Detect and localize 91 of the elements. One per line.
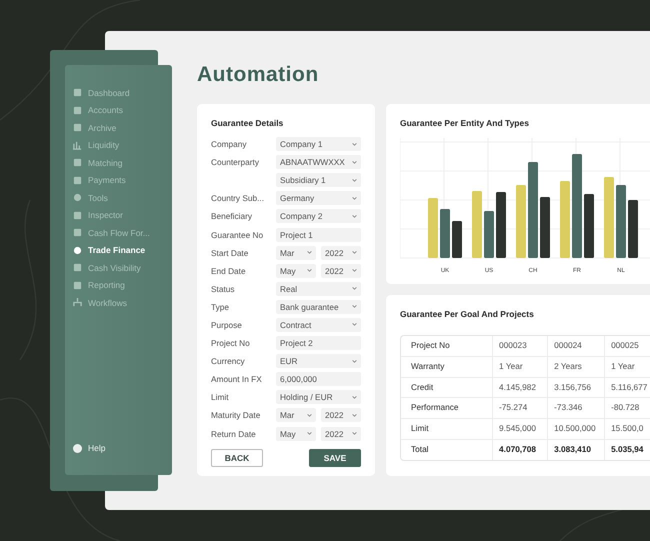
chevron-down-icon [352, 305, 357, 308]
chevron-down-icon [307, 414, 312, 417]
table-cell: 000023 [492, 336, 548, 356]
chevron-down-icon [352, 360, 357, 363]
table-cell: 10.500,000 [547, 419, 604, 439]
dropdown-field[interactable]: Bank guarantee [276, 300, 361, 314]
month-dropdown[interactable]: Mar [276, 408, 316, 422]
field-label: Maturity Date [211, 410, 262, 420]
input-field[interactable]: 6,000,000 [276, 372, 361, 386]
chevron-down-icon [352, 269, 357, 272]
chevron-down-icon [352, 323, 357, 326]
month-dropdown[interactable]: May [276, 426, 316, 441]
field-label: Currency [211, 356, 246, 366]
chevron-down-icon [352, 251, 357, 254]
dropdown-field[interactable]: ABNAATWWXXX [276, 155, 361, 170]
table-cell: -80.728 [604, 398, 650, 418]
table-cell: 000024 [547, 336, 604, 356]
table-cell-text: Limit [410, 422, 430, 436]
chevron-down-icon [352, 196, 357, 200]
field-label: Beneficiary [211, 211, 254, 222]
input-field[interactable]: Project 2 [276, 336, 361, 350]
field-label: Company [211, 139, 248, 150]
field-label: Amount In FX [211, 374, 263, 384]
field-label: Return Date [211, 428, 257, 439]
table-cell: 4.070,708 [492, 440, 548, 460]
dropdown-field[interactable]: Company 2 [276, 209, 361, 224]
dropdown-field[interactable]: Germany [276, 191, 361, 206]
table-cell: 000025 [604, 336, 650, 356]
chevron-down-icon [352, 178, 357, 182]
table-cell-text: Project No [410, 339, 451, 352]
year-dropdown[interactable]: 2022 [321, 408, 361, 422]
table-cell: 9.545,000 [492, 419, 548, 439]
table-cell: -75.274 [492, 398, 548, 418]
year-dropdown[interactable]: 2022 [321, 426, 361, 441]
chevron-down-icon [352, 287, 357, 290]
table-cell: 15.500,0 [604, 419, 650, 439]
save-button[interactable]: SAVE [309, 448, 361, 467]
table-cell-text: Credit [410, 380, 434, 394]
table-cell-text: Performance [410, 401, 460, 414]
card-title: Guarantee Per Entity And Types [400, 118, 530, 128]
field-label: Type [211, 302, 230, 312]
table-cell: 2 Years [547, 356, 604, 377]
table-cell: 1 Year [492, 356, 548, 377]
year-dropdown[interactable]: 2022 [321, 264, 361, 278]
bar-chart-icon [73, 140, 82, 150]
field-label: Project No [211, 338, 251, 348]
table-cell-text: Total [410, 442, 430, 456]
table-cell: 5.116,677 [604, 378, 650, 398]
field-label: Country Sub... [211, 193, 266, 204]
card-title: Guarantee Per Goal And Projects [400, 309, 535, 319]
table-cell: 4.145,982 [492, 378, 548, 398]
chevron-down-icon [307, 432, 312, 436]
bar-group [428, 198, 462, 258]
dropdown-field[interactable]: EUR [276, 354, 361, 368]
back-button[interactable]: BACK [211, 448, 263, 467]
hierarchy-icon [73, 298, 82, 308]
dropdown-field[interactable]: Contract [276, 318, 361, 332]
dropdown-field[interactable]: Real [276, 282, 361, 296]
table-cell: 3.156,756 [547, 378, 604, 398]
table-cell: 5.035,94 [604, 440, 650, 460]
month-dropdown[interactable]: Mar [276, 246, 316, 260]
page-title: Automation [197, 62, 320, 88]
chevron-down-icon [352, 432, 357, 436]
help-link[interactable]: Help [73, 440, 172, 457]
table-cell: 3.083,410 [547, 440, 604, 460]
field-label: End Date [211, 266, 247, 276]
chevron-down-icon [352, 142, 357, 146]
field-label: Purpose [211, 320, 243, 330]
chevron-down-icon [307, 269, 312, 272]
card-title: Guarantee Details [211, 118, 284, 128]
chevron-down-icon [352, 414, 357, 417]
dropdown-field[interactable]: Subsidiary 1 [276, 173, 361, 188]
bar-group [472, 191, 506, 258]
field-label: Guarantee No [211, 230, 264, 240]
chevron-down-icon [352, 396, 357, 399]
chevron-down-icon [307, 251, 312, 254]
table-cell: -73.346 [547, 398, 604, 418]
month-dropdown[interactable]: May [276, 264, 316, 278]
dropdown-field[interactable]: Holding / EUR [276, 390, 361, 404]
table-cell-text: Warranty [410, 360, 446, 373]
field-label: Limit [211, 392, 230, 402]
chevron-down-icon [352, 160, 357, 164]
input-field[interactable]: Project 1 [276, 228, 361, 242]
field-label: Status [211, 284, 236, 294]
field-label: Start Date [211, 248, 250, 258]
chevron-down-icon [352, 214, 357, 218]
year-dropdown[interactable]: 2022 [321, 246, 361, 260]
dropdown-field[interactable]: Company 1 [276, 137, 361, 152]
field-label: Counterparty [211, 157, 260, 168]
table-cell: 1 Year [604, 356, 650, 377]
sidebar-item[interactable]: Trade Finance [73, 242, 172, 259]
